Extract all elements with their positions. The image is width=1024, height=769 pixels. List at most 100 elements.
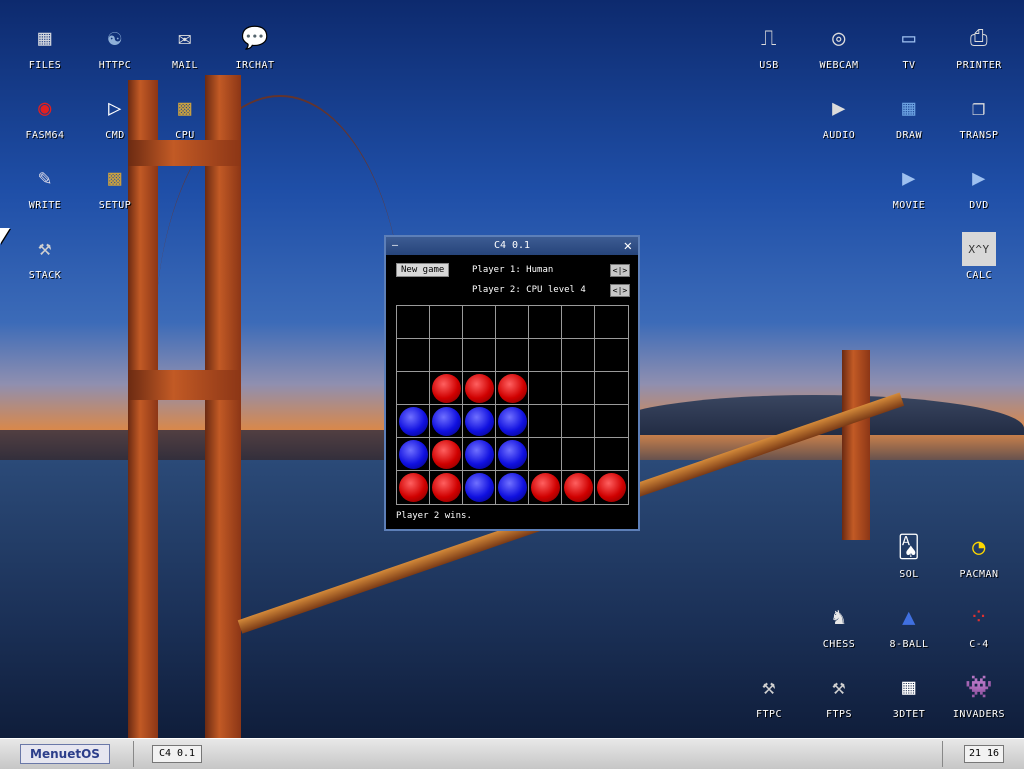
board-cell[interactable] [562,471,595,504]
board-cell[interactable] [595,306,628,339]
game-board[interactable] [396,305,629,505]
board-cell[interactable] [397,306,430,339]
board-cell[interactable] [562,372,595,405]
player2-label: Player 2: CPU level 4 [472,285,586,295]
board-cell[interactable] [595,339,628,372]
board-cell[interactable] [463,438,496,471]
board-cell[interactable] [430,438,463,471]
board-cell[interactable] [529,339,562,372]
desktop-icon-ftps[interactable]: ⚒ FTPS [804,671,874,721]
desktop-icon-cpu[interactable]: ▩ CPU [150,92,220,142]
board-cell[interactable] [562,306,595,339]
desktop-icon-c-4[interactable]: ⁘ C-4 [944,601,1014,651]
board-cell[interactable] [430,372,463,405]
mail-icon: ✉ [178,26,192,51]
desktop-icon-irchat[interactable]: 💬 IRCHAT [220,22,290,72]
httpc-icon: ☯ [108,26,122,51]
close-icon[interactable]: ✕ [624,237,632,255]
desktop-icon-label: TV [902,60,916,71]
blue-disc [498,440,527,469]
board-cell[interactable] [397,405,430,438]
board-cell[interactable] [595,405,628,438]
desktop-icon-usb[interactable]: ⎍ USB [734,22,804,72]
player1-arrows-button[interactable]: <|> [610,264,630,277]
board-cell[interactable] [430,405,463,438]
board-cell[interactable] [430,306,463,339]
board-cell[interactable] [496,372,529,405]
board-cell[interactable] [595,438,628,471]
player2-arrows-button[interactable]: <|> [610,284,630,297]
desktop-icon-write[interactable]: ✎ WRITE [10,162,80,212]
board-cell[interactable] [529,372,562,405]
board-cell[interactable] [463,306,496,339]
c4-window[interactable]: — C4 0.1 ✕ New game Player 1: Human <|> … [384,235,640,531]
board-cell[interactable] [496,306,529,339]
desktop-icon-draw[interactable]: ▦ DRAW [874,92,944,142]
desktop-icon-chess[interactable]: ♞ CHESS [804,601,874,651]
board-cell[interactable] [562,339,595,372]
desktop-icon-8-ball[interactable]: ▲ 8-BALL [874,601,944,651]
desktop-icon-httpc[interactable]: ☯ HTTPC [80,22,150,72]
desktop-icon-audio[interactable]: ▶ AUDIO [804,92,874,142]
board-cell[interactable] [529,438,562,471]
desktop-icon-sol[interactable]: 🂡 SOL [874,531,944,581]
blue-disc [432,407,461,436]
3dtet-icon: ▦ [902,675,916,700]
board-cell[interactable] [529,405,562,438]
board-cell[interactable] [397,438,430,471]
window-titlebar[interactable]: — C4 0.1 ✕ [386,237,638,255]
desktop-icon-pacman[interactable]: ◔ PACMAN [944,531,1014,581]
board-cell[interactable] [397,372,430,405]
blue-disc [399,440,428,469]
desktop-icon-webcam[interactable]: ◎ WEBCAM [804,22,874,72]
desktop-icon-mail[interactable]: ✉ MAIL [150,22,220,72]
desktop-icon-files[interactable]: ▦ FILES [10,22,80,72]
board-cell[interactable] [496,339,529,372]
desktop-icon-label: WRITE [28,200,62,211]
red-disc [564,473,593,502]
board-cell[interactable] [430,471,463,504]
board-cell[interactable] [496,471,529,504]
menuetos-menu-button[interactable]: MenuetOS [20,744,110,764]
board-cell[interactable] [463,339,496,372]
desktop-icon-cmd[interactable]: ▷ CMD [80,92,150,142]
desktop-icon-setup[interactable]: ▩ SETUP [80,162,150,212]
desktop-icon-printer[interactable]: ⎙ PRINTER [944,22,1014,72]
board-cell[interactable] [463,471,496,504]
board-cell[interactable] [529,471,562,504]
taskbar-task-c4[interactable]: C4 0.1 [152,745,202,763]
board-cell[interactable] [562,405,595,438]
minimize-icon[interactable]: — [392,237,398,255]
desktop-icon-label: USB [759,60,779,71]
desktop-icon-transp[interactable]: ❐ TRANSP [944,92,1014,142]
board-cell[interactable] [595,471,628,504]
board-cell[interactable] [463,405,496,438]
game-status: Player 2 wins. [396,511,472,521]
board-cell[interactable] [463,372,496,405]
wallpaper-tower-far [842,350,870,540]
desktop-icon-tv[interactable]: ▭ TV [874,22,944,72]
desktop-icon-label: SETUP [98,200,132,211]
board-cell[interactable] [397,339,430,372]
desktop-icon-invaders[interactable]: 👾 INVADERS [944,671,1014,721]
desktop-icon-3dtet[interactable]: ▦ 3DTET [874,671,944,721]
fasm64-icon: ◉ [38,96,52,121]
board-cell[interactable] [397,471,430,504]
desktop-icon-ftpc[interactable]: ⚒ FTPC [734,671,804,721]
board-cell[interactable] [496,405,529,438]
desktop-icon-movie[interactable]: ▶ MOVIE [874,162,944,212]
desktop-icon-dvd[interactable]: ▶ DVD [944,162,1014,212]
blue-disc [465,407,494,436]
desktop-icon-fasm64[interactable]: ◉ FASM64 [10,92,80,142]
cpu-icon: ▩ [178,96,192,121]
board-cell[interactable] [562,438,595,471]
desktop-icon-stack[interactable]: ⚒ STACK [10,232,80,282]
red-disc [432,473,461,502]
board-cell[interactable] [529,306,562,339]
board-cell[interactable] [496,438,529,471]
new-game-button[interactable]: New game [396,263,450,277]
desktop-icon-calc[interactable]: X^Y CALC [944,232,1014,281]
board-cell[interactable] [595,372,628,405]
board-cell[interactable] [430,339,463,372]
desktop-icon-label: WEBCAM [819,60,859,71]
